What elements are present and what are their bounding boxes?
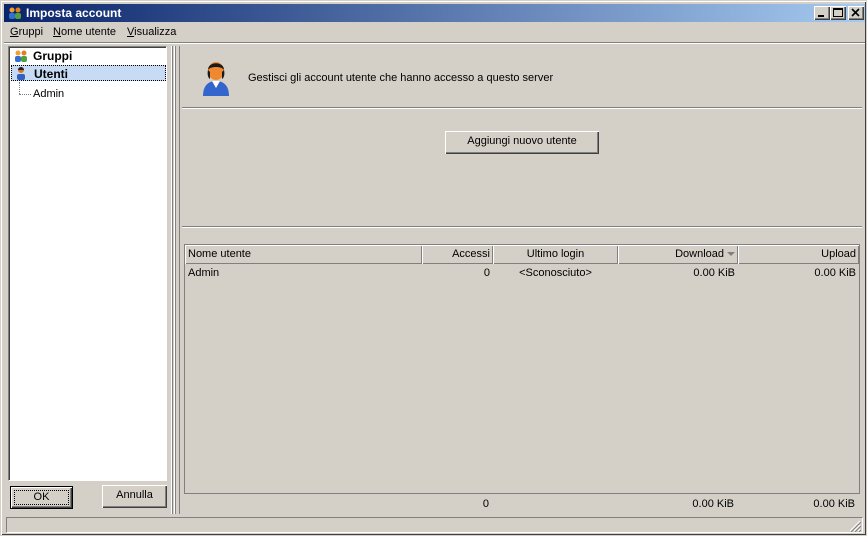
user-avatar-icon <box>203 62 229 96</box>
add-user-button-label: Aggiungi nuovo utente <box>467 135 577 147</box>
cell-accesses: 0 <box>483 267 490 279</box>
user-icon <box>17 67 25 80</box>
menu-nome-utente[interactable]: Nome utente <box>53 26 116 38</box>
close-icon <box>851 8 860 17</box>
minimize-icon <box>818 15 824 17</box>
focus-rect <box>14 490 69 505</box>
status-field <box>6 517 863 533</box>
users-panel: Gestisci gli account utente che hanno ac… <box>179 46 865 514</box>
totals-row: 0 0.00 KiB 0.00 KiB <box>184 496 860 512</box>
total-download: 0.00 KiB <box>692 498 734 510</box>
tree-connector <box>19 94 31 95</box>
menu-separator <box>4 42 865 44</box>
close-button[interactable] <box>848 6 864 20</box>
splitter-bar <box>174 46 176 514</box>
header-separator <box>182 107 862 109</box>
table-header: Nome utente Accessi Ultimo login Downloa… <box>185 245 859 264</box>
col-header-accesses[interactable]: Accessi <box>422 245 493 264</box>
title-bar[interactable]: Imposta account <box>4 4 865 22</box>
tree-node-admin-label: Admin <box>33 88 65 100</box>
tree-node-groups[interactable]: Gruppi <box>11 48 166 64</box>
groups-icon <box>15 50 27 62</box>
account-window: Imposta account Gruppi Nome utente Visua… <box>0 0 867 536</box>
add-user-button[interactable]: Aggiungi nuovo utente <box>445 131 599 154</box>
window-title: Imposta account <box>26 6 122 20</box>
table-separator <box>182 226 862 228</box>
cell-name: Admin <box>188 267 220 279</box>
users-icon <box>9 7 21 19</box>
tree-connector <box>19 82 20 94</box>
menu-gruppi[interactable]: Gruppi <box>10 26 43 38</box>
tree-node-users[interactable]: Utenti <box>11 65 166 81</box>
menu-visualizza[interactable]: Visualizza <box>127 26 176 38</box>
menu-gruppi-accel: G <box>10 26 19 38</box>
cancel-button-label: Annulla <box>116 489 153 501</box>
cell-last-login: <Sconosciuto> <box>519 267 592 279</box>
maximize-button[interactable] <box>830 6 846 20</box>
total-upload: 0.00 KiB <box>813 498 855 510</box>
maximize-icon <box>833 8 843 17</box>
menu-nome-utente-accel: N <box>53 26 61 38</box>
col-header-name[interactable]: Nome utente <box>185 245 422 264</box>
total-accesses: 0 <box>482 498 489 510</box>
cell-upload: 0.00 KiB <box>814 267 856 279</box>
account-tree[interactable]: Gruppi Utenti Admin <box>8 46 167 481</box>
col-header-download-label: Download <box>675 248 724 260</box>
users-table[interactable]: Nome utente Accessi Ultimo login Downloa… <box>184 244 860 494</box>
col-header-upload[interactable]: Upload <box>738 245 859 264</box>
panel-description: Gestisci gli account utente che hanno ac… <box>248 72 554 84</box>
sort-arrow-icon <box>727 252 735 257</box>
col-header-download[interactable]: Download <box>618 245 738 264</box>
splitter-bar <box>171 46 173 514</box>
splitter[interactable] <box>171 46 177 514</box>
col-header-last-login[interactable]: Ultimo login <box>493 245 618 264</box>
menu-visualizza-rest: isualizza <box>134 26 177 38</box>
cell-download: 0.00 KiB <box>693 267 735 279</box>
tree-node-users-label: Utenti <box>34 67 68 81</box>
ok-button[interactable]: OK <box>10 486 73 509</box>
minimize-button[interactable] <box>814 6 830 20</box>
resize-grip-icon[interactable] <box>849 520 861 532</box>
menu-gruppi-rest: ruppi <box>18 26 44 38</box>
cancel-button[interactable]: Annulla <box>102 485 167 508</box>
status-bar <box>4 515 865 534</box>
tree-node-groups-label: Gruppi <box>33 49 73 63</box>
menu-bar: Gruppi Nome utente Visualizza <box>4 23 865 42</box>
menu-nome-utente-rest: ome utente <box>60 26 116 38</box>
table-row[interactable]: Admin 0 <Sconosciuto> 0.00 KiB 0.00 KiB <box>185 265 859 281</box>
